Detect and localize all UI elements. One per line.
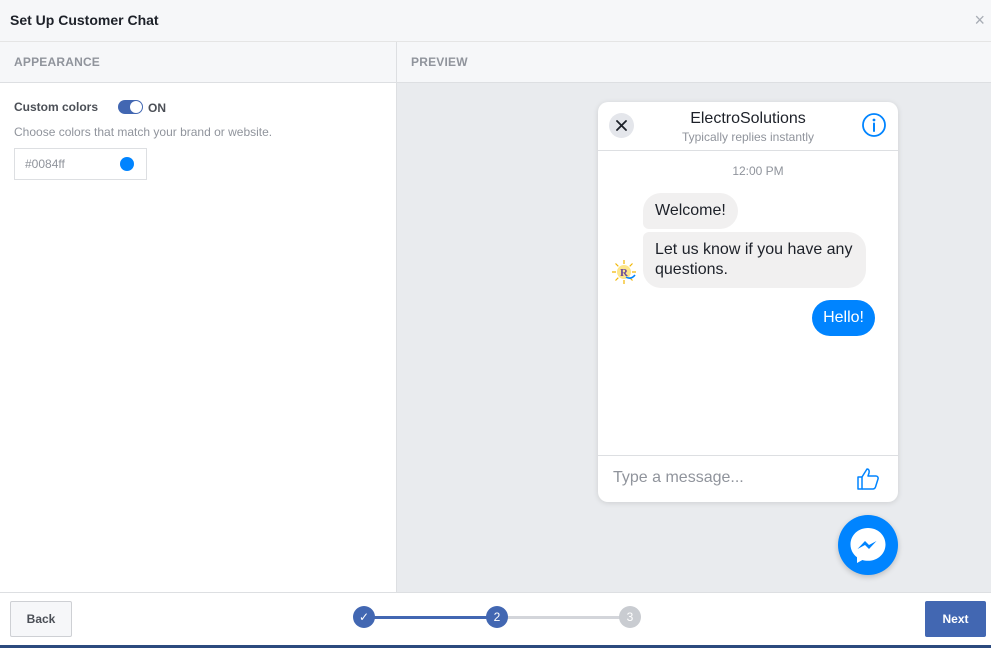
chat-window-preview: ElectroSolutions Typically replies insta… xyxy=(598,102,898,502)
appearance-heading: APPEARANCE xyxy=(14,55,101,69)
step-1-complete-checkmark-icon: ✓ xyxy=(353,606,375,628)
back-button[interactable]: Back xyxy=(10,601,72,637)
incoming-message: Let us know if you have any questions. xyxy=(643,232,866,288)
chat-reply-status: Typically replies instantly xyxy=(681,130,815,144)
dialog-footer: Back ✓ 2 3 Next xyxy=(0,592,991,645)
step-connector-complete xyxy=(364,616,497,619)
next-button[interactable]: Next xyxy=(925,601,986,637)
thumbs-up-icon[interactable] xyxy=(856,467,880,491)
step-2-current: 2 xyxy=(486,606,508,628)
custom-colors-hint: Choose colors that match your brand or w… xyxy=(14,125,273,139)
custom-colors-label: Custom colors xyxy=(14,100,99,114)
preview-heading: PREVIEW xyxy=(411,55,468,69)
toggle-state-label: ON xyxy=(148,101,166,115)
toggle-knob xyxy=(130,101,142,113)
appearance-section-header: APPEARANCE xyxy=(0,42,397,83)
setup-customer-chat-dialog: Set Up Customer Chat × APPEARANCE PREVIE… xyxy=(0,0,991,648)
step-connector-pending xyxy=(497,616,630,619)
messenger-launcher-button[interactable] xyxy=(838,515,898,575)
color-swatch[interactable] xyxy=(120,157,134,171)
progress-stepper: ✓ 2 3 xyxy=(352,605,644,629)
page-avatar: R xyxy=(610,258,638,286)
appearance-panel: Custom colors ON Choose colors that matc… xyxy=(0,83,397,592)
color-hex-input[interactable] xyxy=(25,157,115,171)
preview-panel: ElectroSolutions Typically replies insta… xyxy=(397,83,991,592)
message-timestamp: 12:00 PM xyxy=(732,164,784,178)
preview-section-header: PREVIEW xyxy=(397,42,991,83)
message-input[interactable] xyxy=(613,469,833,487)
incoming-message: Welcome! xyxy=(643,193,738,229)
chat-page-name: ElectroSolutions xyxy=(690,110,806,127)
color-picker-field[interactable] xyxy=(14,148,147,180)
dialog-title: Set Up Customer Chat xyxy=(10,12,159,28)
info-icon[interactable] xyxy=(861,112,887,138)
custom-colors-toggle[interactable] xyxy=(118,100,143,114)
outgoing-message: Hello! xyxy=(812,300,875,336)
step-3-pending: 3 xyxy=(619,606,641,628)
chat-header: ElectroSolutions Typically replies insta… xyxy=(598,102,898,151)
dialog-header: Set Up Customer Chat × xyxy=(0,0,991,42)
message-composer xyxy=(598,455,898,502)
dialog-close-icon[interactable]: × xyxy=(974,9,985,31)
messenger-icon xyxy=(850,528,886,563)
